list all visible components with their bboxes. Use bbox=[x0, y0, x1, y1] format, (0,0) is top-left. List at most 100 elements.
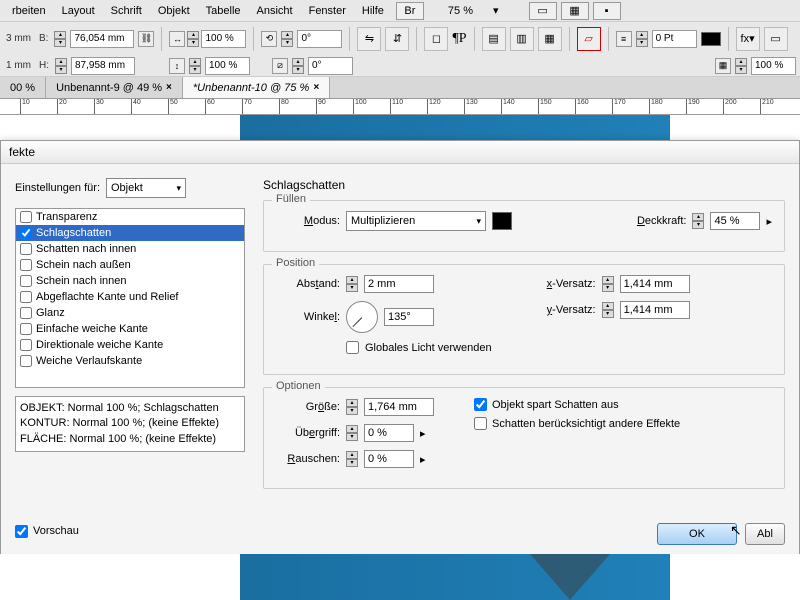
yversatz-spinner[interactable]: ▴▾ bbox=[602, 302, 614, 318]
effect-item[interactable]: Schatten nach innen bbox=[16, 241, 244, 257]
close-icon[interactable]: × bbox=[313, 82, 319, 93]
winkel-input[interactable] bbox=[384, 308, 434, 326]
scale-x-input[interactable] bbox=[201, 30, 246, 48]
rauschen-spinner[interactable]: ▴▾ bbox=[346, 451, 358, 467]
effect-checkbox[interactable] bbox=[20, 243, 32, 255]
angle-dial[interactable] bbox=[346, 301, 378, 333]
menu-objekt[interactable]: Objekt bbox=[150, 3, 198, 19]
effect-item[interactable]: Schlagschatten bbox=[16, 225, 244, 241]
fill-none-button[interactable]: ▱ bbox=[577, 27, 601, 51]
effects-button[interactable]: fx▾ bbox=[736, 27, 760, 51]
effect-checkbox[interactable] bbox=[20, 291, 32, 303]
effect-checkbox[interactable] bbox=[20, 307, 32, 319]
beruecksichtigt-checkbox[interactable] bbox=[474, 417, 487, 430]
effects-list[interactable]: TransparenzSchlagschattenSchatten nach i… bbox=[15, 208, 245, 388]
menu-ansicht[interactable]: Ansicht bbox=[249, 3, 301, 19]
effect-item[interactable]: Weiche Verlaufskante bbox=[16, 353, 244, 369]
effect-checkbox[interactable] bbox=[20, 339, 32, 351]
cancel-button[interactable]: Abl bbox=[745, 523, 785, 545]
groesse-spinner[interactable]: ▴▾ bbox=[346, 399, 358, 415]
effect-item[interactable]: Glanz bbox=[16, 305, 244, 321]
shadow-color-swatch[interactable] bbox=[492, 212, 512, 230]
opacity-slider-arrow[interactable]: ▸ bbox=[766, 215, 772, 228]
shear-spinner[interactable]: ▴▾ bbox=[292, 58, 304, 74]
rauschen-slider-arrow[interactable]: ▸ bbox=[420, 453, 426, 466]
uebergriff-spinner[interactable]: ▴▾ bbox=[346, 425, 358, 441]
view-mode-button[interactable]: ▪ bbox=[593, 2, 621, 20]
rauschen-input[interactable] bbox=[364, 450, 414, 468]
width-spinner[interactable]: ▴▾ bbox=[54, 31, 66, 47]
flip-v-button[interactable]: ⇵ bbox=[385, 27, 409, 51]
link-wh-icon[interactable]: ⛓ bbox=[138, 31, 154, 47]
menu-layout[interactable]: Layout bbox=[54, 3, 103, 19]
blend-mode-combo[interactable]: Multiplizieren bbox=[346, 211, 486, 231]
stroke-opacity-input[interactable] bbox=[751, 57, 796, 75]
abstand-spinner[interactable]: ▴▾ bbox=[346, 276, 358, 292]
shear-input[interactable] bbox=[308, 57, 353, 75]
ruler-tick: 60 bbox=[205, 99, 215, 115]
scale-y-input[interactable] bbox=[205, 57, 250, 75]
menu-rbeiten[interactable]: rbeiten bbox=[4, 3, 54, 19]
y-versatz-input[interactable] bbox=[620, 301, 690, 319]
x-versatz-input[interactable] bbox=[620, 275, 690, 293]
flip-h-button[interactable]: ⇋ bbox=[357, 27, 381, 51]
effect-checkbox[interactable] bbox=[20, 211, 32, 223]
arrange-button[interactable]: ▦ bbox=[561, 2, 589, 20]
effect-item[interactable]: Transparenz bbox=[16, 209, 244, 225]
tab-unbenannt-9[interactable]: Unbenannt-9 @ 49 %× bbox=[46, 77, 183, 98]
effect-item[interactable]: Direktionale weiche Kante bbox=[16, 337, 244, 353]
bridge-button[interactable]: Br bbox=[396, 2, 424, 20]
menu-tabelle[interactable]: Tabelle bbox=[198, 3, 249, 19]
scalex-spinner[interactable]: ▴▾ bbox=[187, 31, 199, 47]
stroke-weight-input[interactable] bbox=[652, 30, 697, 48]
effect-checkbox[interactable] bbox=[20, 323, 32, 335]
groesse-input[interactable] bbox=[364, 398, 434, 416]
effect-checkbox[interactable] bbox=[20, 259, 32, 271]
align-button-2[interactable]: ▥ bbox=[510, 27, 534, 51]
rot-spinner[interactable]: ▴▾ bbox=[281, 31, 293, 47]
effect-item[interactable]: Einfache weiche Kante bbox=[16, 321, 244, 337]
effect-item[interactable]: Abgeflachte Kante und Relief bbox=[16, 289, 244, 305]
abstand-input[interactable] bbox=[364, 275, 434, 293]
strokept-spinner[interactable]: ▴▾ bbox=[636, 31, 648, 47]
width-input[interactable] bbox=[70, 30, 134, 48]
document-tabs: 00 % Unbenannt-9 @ 49 %× *Unbenannt-10 @… bbox=[0, 77, 800, 99]
preview-checkbox[interactable] bbox=[15, 525, 28, 538]
uebergriff-input[interactable] bbox=[364, 424, 414, 442]
spart-checkbox[interactable] bbox=[474, 398, 487, 411]
effect-checkbox[interactable] bbox=[20, 275, 32, 287]
effect-checkbox[interactable] bbox=[20, 355, 32, 367]
align-button-3[interactable]: ▦ bbox=[538, 27, 562, 51]
text-wrap-button[interactable]: ▭ bbox=[764, 27, 788, 51]
effect-checkbox[interactable] bbox=[20, 227, 32, 239]
height-spinner[interactable]: ▴▾ bbox=[55, 58, 67, 74]
close-icon[interactable]: × bbox=[166, 82, 172, 93]
rotation-input[interactable] bbox=[297, 30, 342, 48]
stroke-color-swatch[interactable] bbox=[701, 32, 721, 46]
zoom-level[interactable]: 75 %▾ bbox=[432, 0, 515, 21]
tab-unbenannt-10[interactable]: *Unbenannt-10 @ 75 %× bbox=[183, 77, 330, 98]
ruler-tick: 40 bbox=[131, 99, 141, 115]
menu-fenster[interactable]: Fenster bbox=[301, 3, 354, 19]
align-button-1[interactable]: ▤ bbox=[482, 27, 506, 51]
uebergriff-slider-arrow[interactable]: ▸ bbox=[420, 427, 426, 440]
menu-hilfe[interactable]: Hilfe bbox=[354, 3, 392, 19]
horizontal-ruler[interactable]: 1020304050607080901001101201301401501601… bbox=[0, 99, 800, 115]
menu-schrift[interactable]: Schrift bbox=[103, 3, 150, 19]
opacity-input[interactable] bbox=[710, 212, 760, 230]
ok-button[interactable]: OK bbox=[657, 523, 737, 545]
effect-item[interactable]: Schein nach innen bbox=[16, 273, 244, 289]
effect-item[interactable]: Schein nach außen bbox=[16, 257, 244, 273]
canvas-bottom[interactable] bbox=[0, 554, 800, 600]
scaley-spinner[interactable]: ▴▾ bbox=[189, 58, 201, 74]
strokepct-spinner[interactable]: ▴▾ bbox=[735, 58, 747, 74]
tab-0[interactable]: 00 % bbox=[0, 77, 46, 98]
xversatz-spinner[interactable]: ▴▾ bbox=[602, 276, 614, 292]
height-input[interactable] bbox=[71, 57, 135, 75]
select-container-button[interactable]: ◻ bbox=[424, 27, 448, 51]
screen-mode-button[interactable]: ▭ bbox=[529, 2, 557, 20]
opacity-spinner[interactable]: ▴▾ bbox=[692, 213, 704, 229]
global-light-checkbox[interactable] bbox=[346, 341, 359, 354]
effect-label: Abgeflachte Kante und Relief bbox=[36, 291, 179, 303]
settings-target-combo[interactable]: Objekt bbox=[106, 178, 186, 198]
